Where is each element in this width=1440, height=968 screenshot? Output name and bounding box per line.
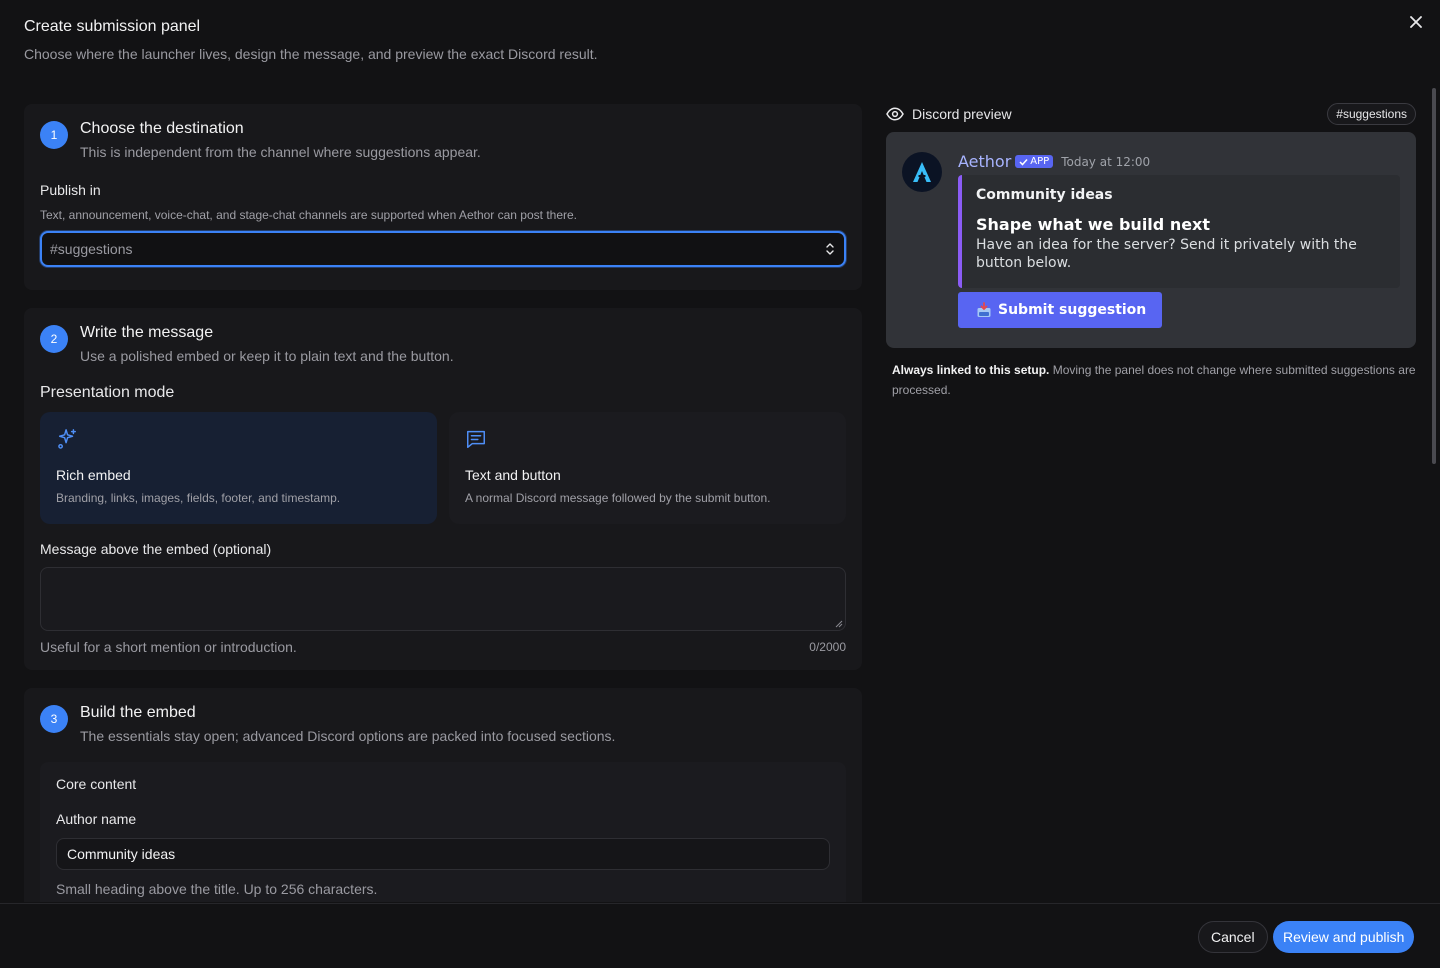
section-description: Use a polished embed or keep it to plain… xyxy=(80,348,454,364)
message-timestamp: Today at 12:00 xyxy=(1061,154,1151,169)
sparkles-icon xyxy=(58,429,76,449)
message-section: 2 Write the message Use a polished embed… xyxy=(24,308,862,670)
message-label: Message above the embed (optional) xyxy=(40,541,272,557)
step-number-badge: 3 xyxy=(40,705,68,733)
message-help: Useful for a short mention or introducti… xyxy=(40,639,297,655)
step-number-badge: 2 xyxy=(40,325,68,353)
presentation-mode-options: Rich embed Branding, links, images, fiel… xyxy=(40,412,846,524)
aethor-logo-icon xyxy=(913,162,931,182)
resize-handle-icon[interactable] xyxy=(835,620,843,628)
close-icon xyxy=(1410,16,1422,28)
mode-title: Rich embed xyxy=(56,467,131,483)
dialog-footer: Cancel Review and publish xyxy=(0,903,1440,968)
submit-suggestion-button[interactable]: Submit suggestion xyxy=(958,292,1163,328)
mode-description: A normal Discord message followed by the… xyxy=(465,491,771,505)
mode-description: Branding, links, images, fields, footer,… xyxy=(56,491,341,505)
section-description: This is independent from the channel whe… xyxy=(80,144,481,160)
editor-scroll-area[interactable]: 1 Choose the destination This is indepen… xyxy=(24,104,862,902)
dialog-header: Create submission panel Choose where the… xyxy=(24,18,598,62)
dialog-title: Create submission panel xyxy=(24,18,201,35)
discord-message-preview: Aethor APP Today at 12:00 Community idea… xyxy=(886,132,1416,348)
channel-select-value: #suggestions xyxy=(50,241,133,257)
core-content-card: Core content Author name Community ideas… xyxy=(40,762,846,902)
presentation-mode-label: Presentation mode xyxy=(40,384,175,401)
section-description: The essentials stay open; advanced Disco… xyxy=(80,728,616,744)
avatar xyxy=(902,152,942,192)
dialog-subtitle: Choose where the launcher lives, design … xyxy=(24,46,598,62)
section-title: Choose the destination xyxy=(80,120,244,137)
embed-description: Have an idea for the server? Send it pri… xyxy=(976,237,1357,271)
embed-author: Community ideas xyxy=(976,187,1113,203)
chevron-up-down-icon xyxy=(826,243,834,255)
bot-name: Aethor xyxy=(958,152,1012,171)
app-badge-label: APP xyxy=(1030,156,1050,167)
check-icon xyxy=(1019,158,1028,166)
section-title: Build the embed xyxy=(80,704,196,721)
message-textarea[interactable] xyxy=(40,567,846,631)
destination-section: 1 Choose the destination This is indepen… xyxy=(24,104,862,290)
embed-section: 3 Build the embed The essentials stay op… xyxy=(24,688,862,902)
preview-channel-chip: #suggestions xyxy=(1327,103,1416,125)
author-name-value: Community ideas xyxy=(67,846,176,862)
submit-suggestion-label: Submit suggestion xyxy=(998,302,1147,318)
review-and-publish-button[interactable]: Review and publish xyxy=(1273,921,1415,953)
discord-preview-panel: Discord preview #suggestions Aethor APP … xyxy=(886,103,1416,400)
author-name-label: Author name xyxy=(56,811,137,827)
channel-select[interactable]: #suggestions xyxy=(40,231,846,267)
publish-in-help: Text, announcement, voice-chat, and stag… xyxy=(40,208,578,222)
step-number-badge: 1 xyxy=(40,121,68,149)
mode-rich-embed[interactable]: Rich embed Branding, links, images, fiel… xyxy=(40,412,437,524)
note-emphasis: Always linked to this setup. xyxy=(892,363,1050,377)
close-button[interactable] xyxy=(1406,12,1426,32)
embed-title: Shape what we build next xyxy=(976,215,1211,234)
inbox-tray-icon xyxy=(977,302,991,317)
eye-icon xyxy=(886,107,904,121)
preview-title: Discord preview xyxy=(912,106,1012,122)
character-counter: 0/2000 xyxy=(809,640,846,654)
section-title: Write the message xyxy=(80,324,214,341)
cancel-button[interactable]: Cancel xyxy=(1198,921,1268,953)
author-name-help: Small heading above the title. Up to 256… xyxy=(56,881,378,897)
scrollbar[interactable] xyxy=(1432,88,1436,464)
core-content-title: Core content xyxy=(56,776,137,792)
mode-title: Text and button xyxy=(465,467,561,483)
app-badge: APP xyxy=(1015,155,1054,168)
mode-text-and-button[interactable]: Text and button A normal Discord message… xyxy=(449,412,846,524)
message-square-icon xyxy=(467,430,485,448)
setup-link-note: Always linked to this setup. Moving the … xyxy=(886,360,1416,400)
create-panel-dialog: Create submission panel Choose where the… xyxy=(0,0,1440,968)
publish-in-label: Publish in xyxy=(40,182,101,198)
embed-preview: Community ideas Shape what we build next… xyxy=(958,175,1400,288)
author-name-input[interactable]: Community ideas xyxy=(56,838,830,870)
